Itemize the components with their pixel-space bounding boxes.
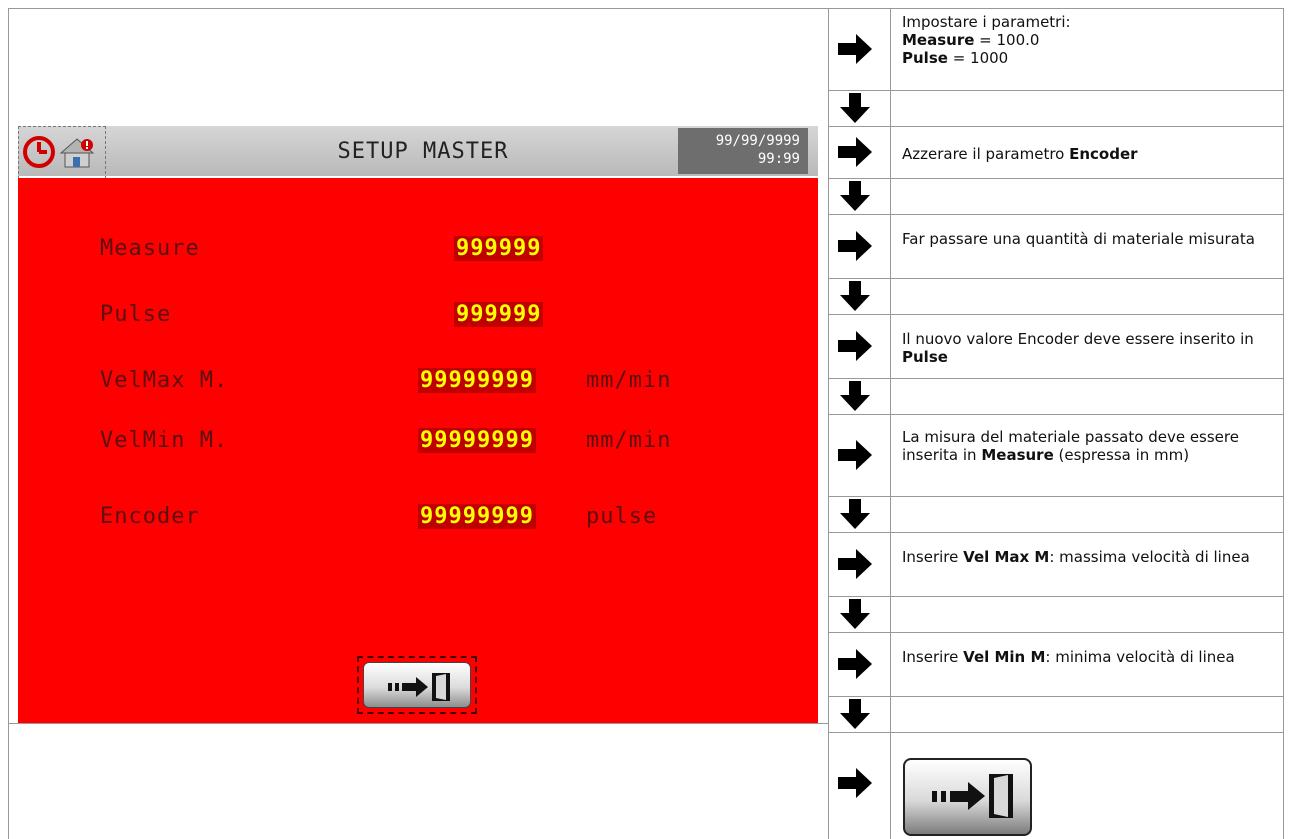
row-divider (829, 696, 1284, 697)
down-arrow-icon (840, 93, 870, 123)
step-2-part: Azzerare il parametro (902, 145, 1070, 163)
measure-keyword: Measure (981, 446, 1054, 464)
row-divider (829, 90, 1284, 91)
step-1-intro: Impostare i parametri: (902, 13, 1071, 31)
vel-max-keyword: Vel Max M (963, 548, 1050, 566)
step-6-text: Inserire Vel Max M: massima velocità di … (902, 548, 1272, 566)
step-6-part: Inserire (902, 548, 964, 566)
right-arrow-icon (838, 34, 872, 64)
step-7-text: Inserire Vel Min M: minima velocità di l… (902, 648, 1272, 666)
step-1-text: Impostare i parametri: Measure = 100.0 P… (902, 13, 1277, 67)
row-divider (829, 414, 1284, 415)
measure-keyword: Measure (902, 31, 975, 49)
pulse-keyword: Pulse (902, 348, 948, 366)
down-arrow-icon (840, 499, 870, 529)
row-divider (829, 314, 1284, 315)
exit-button-face (363, 662, 471, 708)
velmin-label: VelMin M. (100, 428, 229, 453)
step-7-part: Inserire (902, 648, 964, 666)
step-4-text: Il nuovo valore Encoder deve essere inse… (902, 330, 1272, 366)
measure-label: Measure (100, 236, 200, 261)
step-6-part: : massima velocità di linea (1049, 548, 1250, 566)
right-arrow-icon (838, 331, 872, 361)
column-divider (890, 8, 891, 839)
encoder-keyword: Encoder (1069, 145, 1138, 163)
pulse-label: Pulse (100, 302, 172, 327)
right-arrow-icon (838, 231, 872, 261)
row-divider (829, 532, 1284, 533)
row-divider (829, 596, 1284, 597)
down-arrow-icon (840, 699, 870, 729)
velmax-label: VelMax M. (100, 368, 229, 393)
step-5-text: La misura del materiale passato deve ess… (902, 428, 1280, 464)
row-divider (829, 496, 1284, 497)
right-arrow-icon (838, 649, 872, 679)
page-title: SETUP MASTER (337, 139, 509, 164)
step-3-text: Far passare una quantità di materiale mi… (902, 230, 1255, 248)
row-divider (829, 178, 1284, 179)
row-divider (829, 214, 1284, 215)
row-divider (829, 378, 1284, 379)
pulse-keyword: Pulse (902, 49, 948, 67)
home-alert-icon[interactable] (59, 138, 95, 168)
down-arrow-icon (840, 281, 870, 311)
down-arrow-icon (840, 181, 870, 211)
encoder-unit: pulse (586, 504, 658, 529)
time-text: 99:99 (757, 151, 800, 167)
exit-door-icon (388, 673, 450, 701)
encoder-label: Encoder (100, 504, 200, 529)
exit-button-large[interactable] (903, 758, 1032, 836)
step-1-measure-line: Measure = 100.0 (902, 31, 1277, 49)
pulse-setting: = 1000 (947, 49, 1009, 67)
velmin-value[interactable]: 99999999 (418, 428, 536, 453)
exit-door-icon (932, 774, 1013, 818)
row-divider (8, 723, 829, 724)
column-divider (828, 8, 829, 839)
encoder-value[interactable]: 99999999 (418, 504, 536, 529)
clock-icon[interactable] (19, 127, 105, 177)
measure-setting: = 100.0 (974, 31, 1040, 49)
right-arrow-icon (838, 549, 872, 579)
down-arrow-icon (840, 599, 870, 629)
down-arrow-icon (840, 381, 870, 411)
hmi-screen: SETUP MASTER 99/99/9999 99:99 Measure 99… (18, 126, 818, 723)
step-4-part: Il nuovo valore Encoder deve essere inse… (902, 330, 1254, 348)
row-divider (829, 732, 1284, 733)
row-divider (829, 632, 1284, 633)
right-arrow-icon (838, 137, 872, 167)
velmax-value[interactable]: 99999999 (418, 368, 536, 393)
velmin-unit: mm/min (586, 428, 672, 453)
step-1-pulse-line: Pulse = 1000 (902, 49, 1277, 67)
hmi-icon-group (18, 126, 106, 184)
date-text: 99/99/9999 (715, 133, 800, 149)
measure-value[interactable]: 999999 (454, 236, 544, 261)
row-divider (829, 278, 1284, 279)
right-arrow-icon (838, 440, 872, 470)
datetime-display: 99/99/9999 99:99 (678, 128, 808, 174)
step-7-part: : minima velocità di linea (1045, 648, 1235, 666)
velmax-unit: mm/min (586, 368, 672, 393)
pulse-value[interactable]: 999999 (454, 302, 544, 327)
step-2-text: Azzerare il parametro Encoder (902, 145, 1277, 163)
vel-min-keyword: Vel Min M (963, 648, 1046, 666)
hmi-body: Measure 999999 Pulse 999999 VelMax M. 99… (18, 178, 818, 723)
step-5-part: (espressa in mm) (1053, 446, 1190, 464)
right-arrow-icon (838, 768, 872, 798)
row-divider (829, 126, 1284, 127)
exit-button[interactable] (357, 656, 477, 714)
